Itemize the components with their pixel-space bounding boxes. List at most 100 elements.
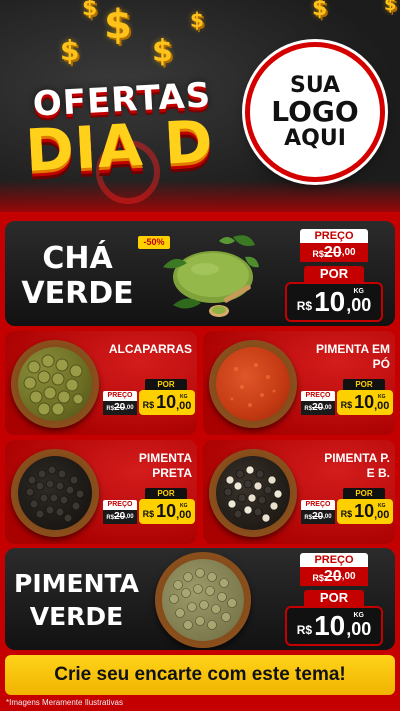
green-peppercorn-texture: [169, 568, 237, 630]
new-price-currency: R$: [296, 299, 313, 313]
old-price-cents: ,00: [125, 514, 134, 520]
new-price-cents: ,00: [374, 508, 390, 521]
product-card-alcaparras[interactable]: ALCAPARRAS PREÇO R$20,00 POR R$ 10 KG ,0…: [5, 331, 197, 435]
featured-title-line1: CHÁ: [42, 241, 113, 276]
header-banner: $ $ $ $ $ $ $ OFERTAS DIA D SUA LOGO AQU…: [0, 0, 400, 212]
old-price-cents: ,00: [341, 571, 356, 582]
new-price-cents: ,00: [346, 619, 372, 639]
product-title: PIMENTA EM PÓ: [298, 342, 390, 372]
new-price-label: POR: [343, 488, 385, 499]
new-price-side: KG ,00: [374, 394, 389, 412]
old-price-cents: ,00: [341, 247, 356, 258]
new-price: R$ 10 KG ,00: [139, 390, 195, 415]
peppercorn-texture: [25, 465, 85, 523]
old-price-label: PREÇO: [301, 500, 335, 510]
featured-title: PIMENTA VERDE: [9, 568, 144, 633]
bowl-contents: [18, 456, 92, 530]
product-title-line1: PIMENTA: [138, 451, 192, 465]
dollar-sign-icon: $: [60, 34, 80, 67]
featured-card-cha-verde[interactable]: CHÁ VERDE -50% PREÇO R$20,00 POR R$ 10 K…: [5, 221, 395, 326]
old-price: R$20,00: [300, 243, 368, 262]
old-price-int: 20: [114, 402, 126, 413]
pimenta-em-po-image: [209, 340, 297, 428]
bowl-contents: [216, 456, 290, 530]
bowl-contents: [162, 559, 244, 641]
new-price-label: POR: [145, 488, 187, 499]
old-price: R$20,00: [301, 510, 335, 524]
new-price-int: 10: [156, 392, 177, 412]
peppercorn-mix-texture: [223, 465, 283, 523]
new-price-cents: ,00: [176, 508, 192, 521]
dollar-sign-icon: $: [104, 2, 132, 48]
discount-badge: -50%: [138, 236, 170, 249]
product-title-line1: ALCAPARRAS: [108, 342, 192, 356]
product-title-line2: PRETA: [152, 466, 192, 480]
new-price-int: 10: [314, 286, 346, 317]
old-price-label: PREÇO: [301, 391, 335, 401]
featured-title-line2: VERDE: [21, 276, 134, 312]
old-price-box: PREÇO R$20,00: [301, 391, 335, 415]
new-price: R$ 10 KG ,00: [337, 499, 393, 524]
product-title: PIMENTA PRETA: [100, 451, 192, 481]
new-price-side: KG ,00: [374, 503, 389, 521]
bowl-contents: [216, 347, 290, 421]
product-title-line2: E B.: [366, 466, 390, 480]
featured-title-line1: PIMENTA: [14, 569, 139, 598]
new-price-cents: ,00: [346, 295, 372, 315]
old-price: R$20,00: [300, 567, 368, 586]
logo-text-line2: LOGO: [271, 95, 359, 129]
new-price-cents: ,00: [374, 399, 390, 412]
product-title-line1: PIMENTA EM: [316, 342, 390, 356]
new-price: R$ 10 KG ,00: [285, 282, 383, 322]
product-title-line2: PÓ: [372, 357, 390, 371]
old-price-currency: R$: [312, 573, 324, 583]
logo-text-line3: AQUI: [284, 125, 346, 151]
featured-card-pimenta-verde[interactable]: PIMENTA VERDE PREÇO R$20,00 POR R$ 10 KG: [5, 548, 395, 650]
new-price-currency: R$: [142, 508, 155, 519]
featured-price-box: PREÇO R$20,00 POR R$ 10 KG ,00: [285, 553, 383, 646]
product-card-pimenta-p-e-b[interactable]: PIMENTA P. E B. PREÇO R$20,00 POR R$ 10 …: [203, 440, 395, 544]
old-price-currency: R$: [304, 515, 313, 521]
logo-text-line1: SUA: [289, 73, 341, 99]
new-price: R$ 10 KG ,00: [285, 606, 383, 646]
old-price-label: PREÇO: [300, 229, 368, 243]
dollar-sign-icon: $: [384, 0, 397, 15]
product-title: PIMENTA P. E B.: [298, 451, 390, 481]
old-price: R$20,00: [301, 401, 335, 415]
old-price-label: PREÇO: [103, 391, 137, 401]
old-price-label: PREÇO: [103, 500, 137, 510]
disclaimer-text: *Imagens Meramente Ilustrativas: [6, 698, 123, 707]
featured-title: CHÁ VERDE: [15, 241, 140, 312]
new-price-int: 10: [314, 610, 346, 641]
product-card-pimenta-em-po[interactable]: PIMENTA EM PÓ PREÇO R$20,00 POR R$ 10 KG…: [203, 331, 395, 435]
new-price-label: POR: [304, 590, 364, 606]
new-price-currency: R$: [296, 623, 313, 637]
banner-line2: DIA D: [23, 107, 216, 185]
create-flyer-button[interactable]: Crie seu encarte com este tema!: [5, 655, 395, 695]
new-price: R$ 10 KG ,00: [337, 390, 393, 415]
old-price-cents: ,00: [323, 514, 332, 520]
new-price-currency: R$: [340, 508, 353, 519]
bowl-contents: [18, 347, 92, 421]
new-price-currency: R$: [340, 399, 353, 410]
alcaparras-image: [11, 340, 99, 428]
new-price-side: KG ,00: [346, 288, 371, 316]
pimenta-p-e-b-image: [209, 449, 297, 537]
old-price-currency: R$: [304, 406, 313, 412]
featured-price-box: PREÇO R$20,00 POR R$ 10 KG ,00: [285, 229, 383, 322]
new-price: R$ 10 KG ,00: [139, 499, 195, 524]
new-price-int: 10: [354, 392, 375, 412]
logo-placeholder[interactable]: SUA LOGO AQUI: [245, 42, 385, 182]
dollar-sign-icon: $: [190, 8, 204, 32]
old-price-int: 20: [323, 244, 342, 261]
new-price-side: KG ,00: [176, 503, 191, 521]
new-price-side: KG ,00: [346, 612, 371, 640]
new-price-label: POR: [145, 379, 187, 390]
old-price: R$20,00: [103, 401, 137, 415]
old-price-int: 20: [323, 568, 342, 585]
new-price-side: KG ,00: [176, 394, 191, 412]
old-price-currency: R$: [312, 249, 324, 259]
dollar-sign-icon: $: [82, 0, 98, 21]
product-card-pimenta-preta[interactable]: PIMENTA PRETA PREÇO R$20,00 POR R$ 10 KG…: [5, 440, 197, 544]
unit-label: KG: [353, 612, 365, 619]
